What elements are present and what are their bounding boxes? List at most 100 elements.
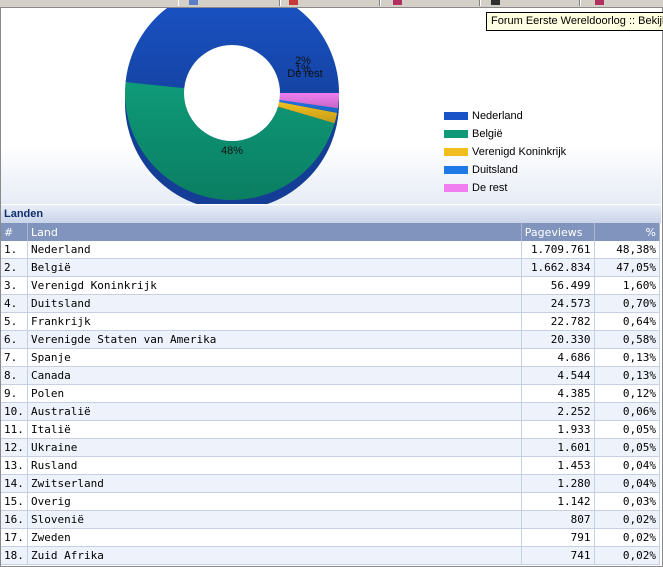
country-cell: Verenigd Koninkrijk [27,276,522,295]
table-row[interactable]: 6. Verenigde Staten van Amerika 20.330 0,58… [1,330,661,349]
country-cell: Nederland [27,241,522,259]
legend-label: Nederland [472,110,523,122]
table-row[interactable]: 13. Rusland 1.453 0,04% [1,456,661,475]
country-cell: Ukraine [27,438,522,457]
rank-cell: 4. [1,294,28,313]
percent-cell: 0,02% [594,510,661,529]
pageviews-cell: 4.385 [521,384,595,403]
countries-table: # Land Pageviews % 1. Nederland 1.709.761 4… [1,223,661,565]
table-row[interactable]: 10. Australië 2.252 0,06% [1,402,661,421]
pageviews-cell: 1.709.761 [521,241,595,259]
pageviews-cell: 2.252 [521,402,595,421]
percent-cell: 0,13% [594,366,661,385]
pageviews-cell: 807 [521,510,595,529]
table-row[interactable]: 12. Ukraine 1.601 0,05% [1,438,661,457]
table-row[interactable]: 15. Overig 1.142 0,03% [1,492,661,511]
table-row[interactable]: 2. België 1.662.834 47,05% [1,258,661,277]
taskbar-button[interactable] [178,0,280,6]
app-icon [491,0,500,5]
percent-cell: 0,58% [594,330,661,349]
country-cell: Polen [27,384,522,403]
rank-cell: 18. [1,546,28,565]
rank-cell: 17. [1,528,28,547]
table-row[interactable]: 18. Zuid Afrika 741 0,02% [1,546,661,565]
donut-chart: 48%2%1%De rest [124,8,339,204]
pageviews-cell: 4.686 [521,348,595,367]
percent-cell: 0,13% [594,348,661,367]
percent-cell: 0,06% [594,402,661,421]
pageviews-cell: 1.280 [521,474,595,493]
table-row[interactable]: 7. Spanje 4.686 0,13% [1,348,661,367]
pageviews-cell: 791 [521,528,595,547]
table-row[interactable]: 17. Zweden 791 0,02% [1,528,661,547]
slice-data-label: 48% [221,145,243,157]
table-header-row: # Land Pageviews % [1,223,661,241]
rank-cell: 13. [1,456,28,475]
country-cell: Australië [27,402,522,421]
app-icon [393,0,402,5]
pageviews-cell: 741 [521,546,595,565]
percent-cell: 0,02% [594,528,661,547]
table-row[interactable]: 5. Frankrijk 22.782 0,64% [1,312,661,331]
pageviews-cell: 1.142 [521,492,595,511]
country-cell: Frankrijk [27,312,522,331]
pageviews-cell: 56.499 [521,276,595,295]
taskbar-button[interactable] [380,0,480,6]
country-cell: Rusland [27,456,522,475]
pageviews-cell: 1.601 [521,438,595,457]
legend-swatch [444,112,468,120]
percent-cell: 0,05% [594,420,661,439]
pageviews-cell: 1.933 [521,420,595,439]
taskbar-button[interactable] [580,0,663,6]
taskbar-button[interactable] [280,0,380,6]
country-cell: Zuid Afrika [27,546,522,565]
country-chart: 48% 2% 1% De rest Nederland België Verenigd K… [1,8,661,204]
column-header-rank[interactable]: # [1,223,28,241]
column-header-pageviews[interactable]: Pageviews [521,223,595,241]
app-icon [289,0,298,5]
percent-cell: 0,64% [594,312,661,331]
app-icon [595,0,604,5]
pageviews-cell: 24.573 [521,294,595,313]
slice-data-label: De rest [287,68,322,80]
percent-cell: 0,04% [594,474,661,493]
table-row[interactable]: 1. Nederland 1.709.761 48,38% [1,241,661,259]
country-cell: Overig [27,492,522,511]
percent-cell: 1,60% [594,276,661,295]
window-icon [189,0,198,5]
table-row[interactable]: 16. Slovenië 807 0,02% [1,510,661,529]
rank-cell: 5. [1,312,28,331]
percent-cell: 0,04% [594,456,661,475]
legend-swatch [444,166,468,174]
table-row[interactable]: 4. Duitsland 24.573 0,70% [1,294,661,313]
country-cell: Slovenië [27,510,522,529]
table-row[interactable]: 3. Verenigd Koninkrijk 56.499 1,60% [1,276,661,295]
donut-hole [184,45,280,141]
pageviews-cell: 4.544 [521,366,595,385]
table-row[interactable]: 9. Polen 4.385 0,12% [1,384,661,403]
country-cell: Zweden [27,528,522,547]
rank-cell: 1. [1,241,28,259]
legend-label: Duitsland [472,164,518,176]
column-header-percent[interactable]: % [594,223,661,241]
table-row[interactable]: 11. Italië 1.933 0,05% [1,420,661,439]
rank-cell: 6. [1,330,28,349]
country-cell: Verenigde Staten van Amerika [27,330,522,349]
column-header-country[interactable]: Land [27,223,522,241]
rank-cell: 15. [1,492,28,511]
country-cell: Duitsland [27,294,522,313]
pageviews-cell: 20.330 [521,330,595,349]
country-cell: Spanje [27,348,522,367]
rank-cell: 8. [1,366,28,385]
legend-swatch [444,184,468,192]
rank-cell: 16. [1,510,28,529]
legend-label: De rest [472,182,508,194]
table-row[interactable]: 14. Zwitserland 1.280 0,04% [1,474,661,493]
taskbar-button[interactable] [480,0,580,6]
percent-cell: 0,12% [594,384,661,403]
table-row[interactable]: 8. Canada 4.544 0,13% [1,366,661,385]
pageviews-cell: 22.782 [521,312,595,331]
country-cell: België [27,258,522,277]
percent-cell: 0,05% [594,438,661,457]
legend-label: Verenigd Koninkrijk [472,146,567,158]
